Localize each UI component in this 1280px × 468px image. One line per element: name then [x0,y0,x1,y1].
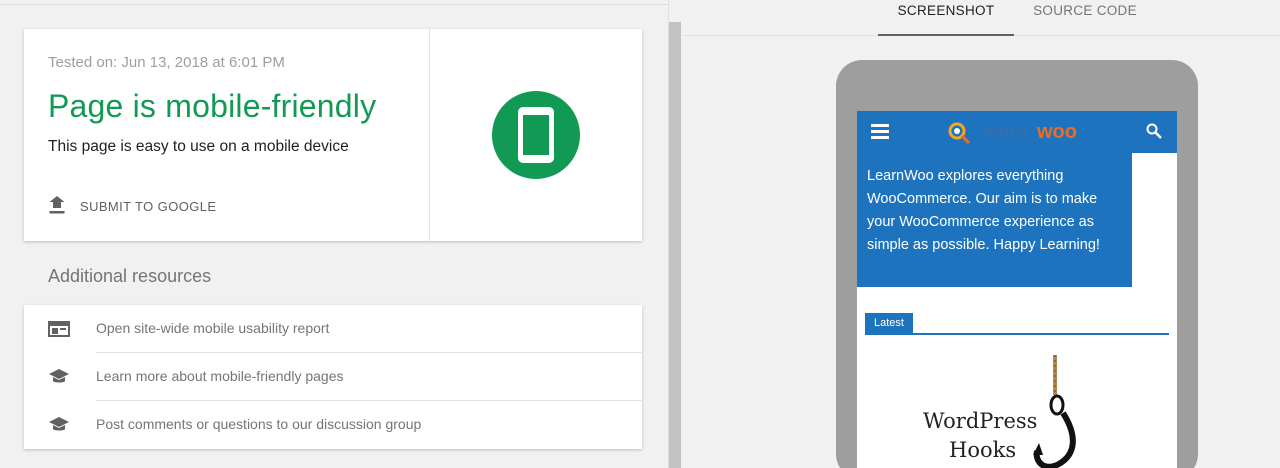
result-card: Tested on: Jun 13, 2018 at 6:01 PM Page … [24,29,642,241]
additional-resources-heading: Additional resources [48,266,212,286]
top-divider [0,4,668,5]
wordpress-hooks-illustration: WordPress Hooks [917,355,1097,468]
scrollbar-thumb[interactable] [669,22,681,468]
logo-magnifier-icon [948,122,971,145]
school-cap-icon [49,369,69,383]
mobile-friendly-test-page: Tested on: Jun 13, 2018 at 6:01 PM Page … [0,0,1280,468]
learnwoo-logo: learn woo [947,119,1097,145]
hamburger-menu-icon [871,124,889,140]
intro-banner: LearnWoo explores everything WooCommerce… [857,153,1132,287]
resource-label: Open site-wide mobile usability report [96,320,330,336]
tab-source-code[interactable]: SOURCE CODE [1014,3,1156,36]
art-title-line1: WordPress [923,409,1038,433]
resources-list: Open site-wide mobile usability report L… [24,305,642,449]
resource-item-learn-more[interactable]: Learn more about mobile-friendly pages [24,353,642,401]
smartphone-icon [518,107,554,163]
mobile-friendly-badge [492,91,580,179]
web-page-icon [48,321,70,337]
tab-screenshot[interactable]: SCREENSHOT [878,3,1014,36]
verdict-description: This page is easy to use on a mobile dev… [48,138,349,155]
card-divider [429,29,430,241]
verdict-title: Page is mobile-friendly [48,88,377,124]
upload-icon [49,196,65,214]
school-cap-icon [49,417,69,431]
resource-item-usability-report[interactable]: Open site-wide mobile usability report [24,305,642,353]
resource-label: Learn more about mobile-friendly pages [96,368,344,384]
latest-tab: Latest [865,313,913,334]
submit-to-google-label: SUBMIT TO GOOGLE [80,198,217,214]
logo-woo-text: woo [1037,121,1077,143]
intro-text: LearnWoo explores everything WooCommerce… [867,168,1100,253]
preview-tabs: SCREENSHOT SOURCE CODE [683,0,1280,36]
logo-learn-text: learn [983,121,1028,143]
resource-label: Post comments or questions to our discus… [96,416,422,432]
art-title-line2: Hooks [949,438,1017,462]
search-icon [1146,123,1162,139]
rendered-page-screenshot: learn woo LearnWoo explores everything W… [857,111,1177,468]
submit-to-google-button[interactable]: SUBMIT TO GOOGLE [48,194,216,218]
site-header: learn woo [857,111,1177,153]
results-panel: Tested on: Jun 13, 2018 at 6:01 PM Page … [0,0,668,468]
preview-panel: SCREENSHOT SOURCE CODE learn woo LearnWo… [683,0,1280,468]
resource-item-discussion-group[interactable]: Post comments or questions to our discus… [24,401,642,449]
tested-on-timestamp: Tested on: Jun 13, 2018 at 6:01 PM [48,54,285,71]
